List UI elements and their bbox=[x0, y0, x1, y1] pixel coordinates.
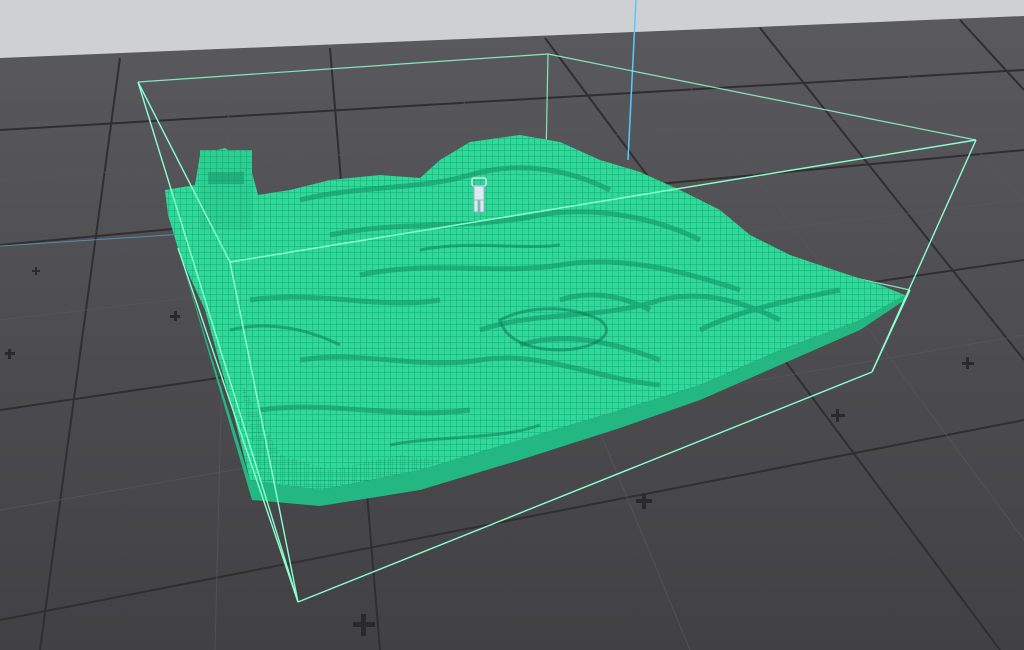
3d-viewport[interactable] bbox=[0, 0, 1024, 650]
scene-canvas[interactable] bbox=[0, 0, 1024, 650]
